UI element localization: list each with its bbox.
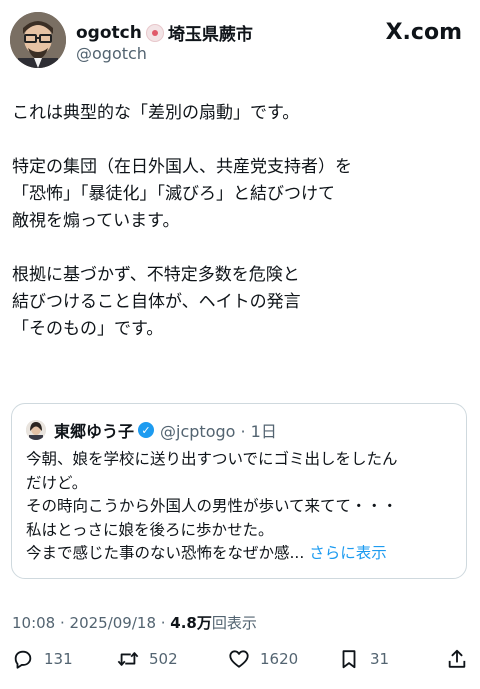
repost-count: 502: [149, 650, 178, 668]
reply-button[interactable]: 131: [12, 648, 73, 670]
author-location: 埼玉県蕨市: [167, 25, 253, 45]
share-icon: [448, 649, 466, 668]
post-line: 敵視を煽っています。: [12, 211, 180, 231]
quoted-line: その時向こうから外国人の男性が歩いて来てて・・・: [26, 497, 398, 515]
quoted-post-text: 今朝、娘を学校に送り出すついでにゴミ出しをしたん だけど。 その時向こうから外国…: [26, 448, 456, 566]
author-name[interactable]: ogotch: [76, 23, 142, 43]
share-button[interactable]: [446, 648, 478, 670]
reply-count: 131: [44, 650, 73, 668]
post-line: 「恐怖」「暴徒化」「滅びろ」と結びつけて: [12, 184, 335, 204]
post-line: 結びつけること自体が、ヘイトの発言: [12, 292, 301, 312]
quoted-line: だけど。: [26, 473, 88, 492]
quoted-post-header: 東郷ゆう子 ✓ @jcptogo · 1日: [26, 418, 277, 442]
bookmark-count: 31: [370, 650, 390, 668]
repost-button[interactable]: 502: [117, 648, 178, 670]
site-label: X.com: [386, 20, 462, 45]
author-handle[interactable]: @ogotch: [76, 44, 147, 63]
post-line: 根拠に基づかず、不特定多数を危険と: [12, 265, 300, 285]
post-spacer: [12, 127, 472, 154]
post-datetime[interactable]: 10:08 · 2025/09/18 ·: [12, 614, 170, 632]
quoted-author-avatar[interactable]: [26, 420, 46, 440]
bookmark-icon: [342, 650, 356, 669]
show-more-link[interactable]: さらに表示: [309, 544, 387, 562]
quoted-post[interactable]: 東郷ゆう子 ✓ @jcptogo · 1日 今朝、娘を学校に送り出すついでにゴミ…: [11, 403, 467, 579]
heart-icon: [229, 650, 249, 668]
post-spacer: [12, 235, 472, 262]
quoted-line: 今朝、娘を学校に送り出すついでにゴミ出しをしたん: [26, 450, 398, 468]
post-line: これは典型的な「差別の扇動」です。: [12, 103, 300, 123]
post-text: これは典型的な「差別の扇動」です。 特定の集団（在日外国人、共産党支持者）を 「…: [12, 100, 472, 343]
author-avatar[interactable]: [10, 12, 66, 68]
post-header: ogotch 埼玉県蕨市 @ogotch X.com: [10, 12, 470, 72]
like-count: 1620: [260, 650, 299, 668]
action-bar: 131 502 1620 31: [0, 648, 480, 678]
view-count: 4.8万: [170, 614, 212, 632]
verified-badge-icon: ✓: [138, 422, 155, 438]
like-button[interactable]: 1620: [228, 648, 298, 670]
post-line: 「そのもの」です。: [12, 319, 164, 339]
site-label-text: X.com: [385, 20, 462, 45]
repost-icon: [117, 652, 139, 666]
location-flag-icon: [145, 23, 164, 42]
view-label: 回表示: [211, 614, 257, 632]
quoted-line-last: 今まで感じた事のない恐怖をなぜか感... さらに表示: [26, 542, 456, 566]
bookmark-button[interactable]: 31: [338, 648, 389, 670]
quoted-line: 私はとっさに娘を後ろに歩かせた。: [26, 520, 274, 539]
quoted-author-name[interactable]: 東郷ゆう子: [54, 418, 134, 442]
author-name-line[interactable]: ogotch 埼玉県蕨市: [76, 20, 253, 46]
post-meta: 10:08 · 2025/09/18 · 4.8万回表示: [12, 612, 257, 633]
reply-icon: [14, 650, 32, 669]
post-line: 特定の集団（在日外国人、共産党支持者）を: [12, 157, 352, 177]
quoted-line: 今まで感じた事のない恐怖をなぜか感...: [26, 544, 305, 562]
quoted-handle-time[interactable]: @jcptogo · 1日: [160, 418, 277, 442]
